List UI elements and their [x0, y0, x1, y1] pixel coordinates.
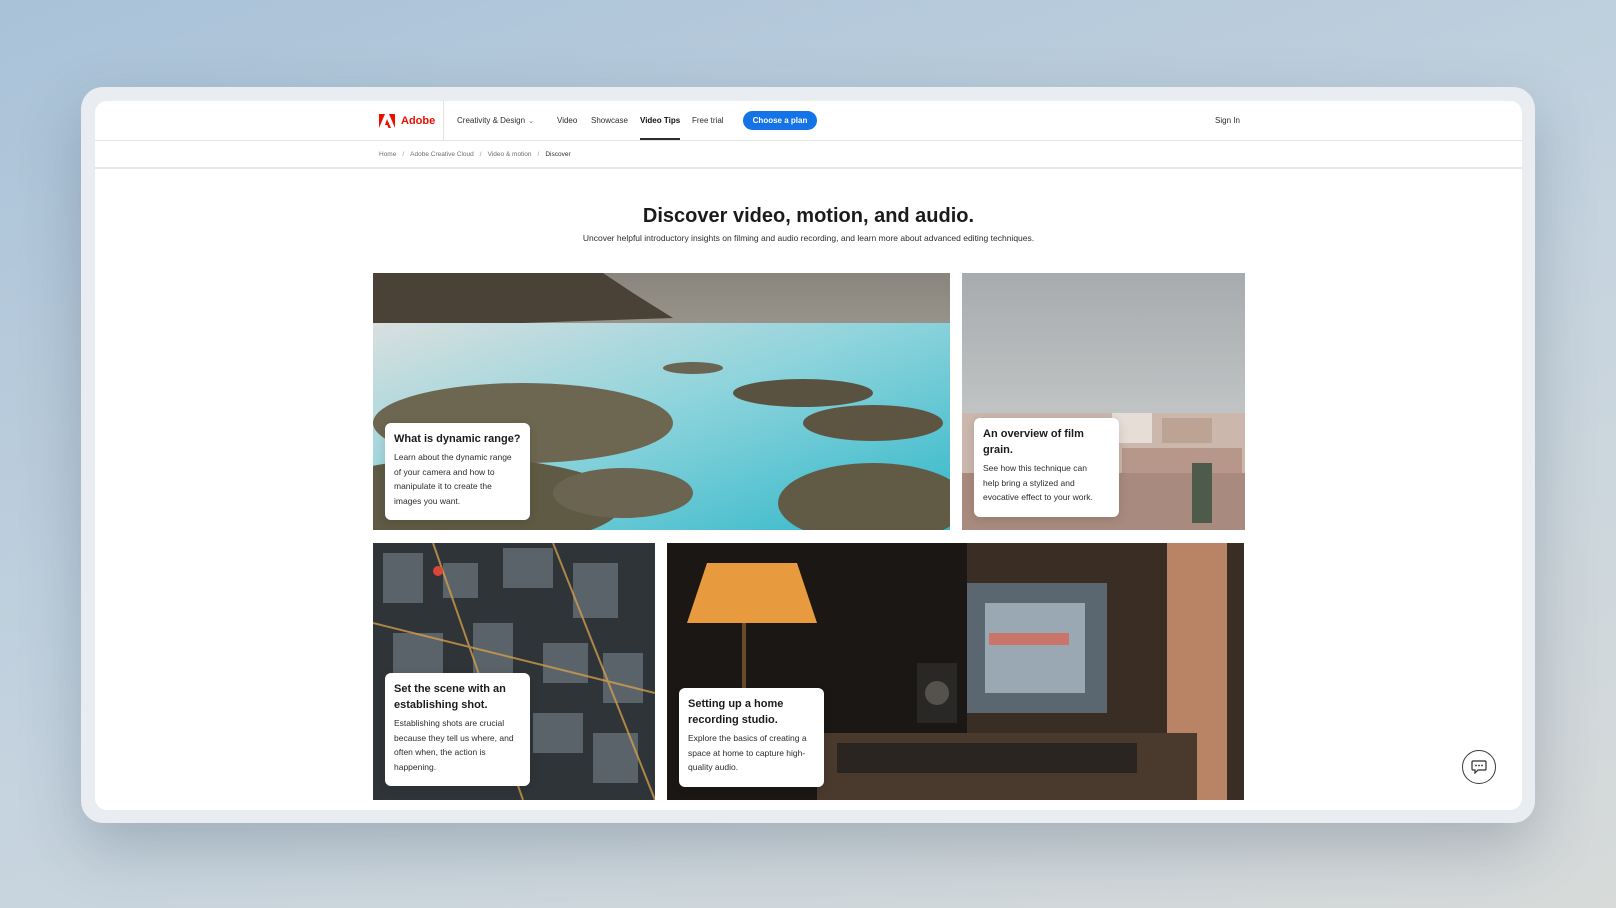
- title-line: establishing shot.: [394, 699, 488, 711]
- nav-label: Creativity & Design: [457, 116, 526, 125]
- card-title: An overview of film grain.: [983, 426, 1111, 458]
- nav-creativity-design[interactable]: Creativity & Design ⌄: [457, 101, 534, 140]
- description-line: images you want.: [394, 495, 461, 506]
- card-caption: Setting up a home recording studio. Explo…: [679, 688, 824, 787]
- nav-showcase[interactable]: Showcase: [591, 101, 628, 140]
- breadcrumb-divider: [95, 167, 1522, 169]
- breadcrumb-creative-cloud[interactable]: Adobe Creative Cloud: [410, 151, 474, 158]
- article-card-film-grain[interactable]: An overview of film grain. See how this t…: [962, 273, 1245, 530]
- description-line: Explore the basics of creating a: [688, 733, 807, 743]
- title-line: Setting up a home: [688, 698, 784, 710]
- page-subtitle: Uncover helpful introductory insights on…: [582, 233, 1035, 243]
- breadcrumb-separator: /: [479, 150, 482, 158]
- description-line: quality audio.: [688, 762, 739, 772]
- nav-divider: [443, 101, 444, 140]
- nav-free-trial[interactable]: Free trial: [692, 101, 724, 140]
- nav-video[interactable]: Video: [557, 101, 577, 140]
- title-line: recording studio.: [688, 714, 778, 726]
- card-description: Explore the basics of creating a space a…: [688, 731, 816, 775]
- card-description: See how this technique can help bring a …: [983, 461, 1111, 505]
- nav-video-tips[interactable]: Video Tips: [640, 101, 681, 140]
- breadcrumb-home[interactable]: Home: [379, 151, 396, 158]
- article-card-establishing-shot[interactable]: Set the scene with an establishing shot. …: [373, 543, 655, 800]
- breadcrumb-separator: /: [402, 150, 405, 158]
- global-nav: Adobe Creativity & Design ⌄ Video Showcas…: [95, 101, 1522, 141]
- title-line: Set the scene with an: [394, 683, 506, 695]
- adobe-logo[interactable]: Adobe: [379, 113, 435, 129]
- description-line: evocative effect to your work.: [983, 492, 1093, 502]
- breadcrumb: Home / Adobe Creative Cloud / Video & mo…: [379, 147, 571, 161]
- chat-button[interactable]: [1462, 750, 1496, 784]
- breadcrumb-separator: /: [537, 150, 540, 158]
- article-card-dynamic-range[interactable]: What is dynamic range? Learn about the d…: [373, 273, 950, 530]
- description-line: space at home to capture high-: [688, 747, 806, 758]
- card-caption: An overview of film grain. See how this t…: [974, 418, 1119, 517]
- breadcrumb-current: Discover: [545, 150, 571, 158]
- article-card-home-studio[interactable]: Setting up a home recording studio. Explo…: [667, 543, 1244, 800]
- sign-in-link[interactable]: Sign In: [1215, 101, 1240, 140]
- adobe-logo-icon: [379, 114, 395, 128]
- choose-plan-button[interactable]: Choose a plan: [743, 111, 817, 130]
- description-line: often when, the action is: [394, 747, 486, 757]
- card-title: Setting up a home recording studio.: [688, 696, 816, 728]
- breadcrumb-video-motion[interactable]: Video & motion: [488, 151, 532, 158]
- description-line: because they tell us where, and: [394, 732, 514, 743]
- brand-name: Adobe: [401, 115, 436, 127]
- description-line: of your camera and how to: [394, 466, 495, 477]
- description-line: happening.: [394, 761, 437, 772]
- card-description: Establishing shots are crucial because t…: [394, 716, 522, 774]
- chat-icon: [1471, 760, 1487, 774]
- description-line: help bring a stylized and: [983, 477, 1075, 488]
- description-line: manipulate it to create the: [394, 481, 492, 491]
- description-line: Establishing shots are crucial: [394, 718, 505, 728]
- chevron-down-icon: ⌄: [528, 118, 534, 125]
- card-caption: Set the scene with an establishing shot. …: [385, 673, 530, 786]
- web-page: Adobe Creativity & Design ⌄ Video Showcas…: [95, 101, 1522, 810]
- description-line: Learn about the dynamic range: [394, 452, 512, 462]
- title-line: grain.: [983, 444, 1013, 456]
- card-caption: What is dynamic range? Learn about the d…: [385, 423, 530, 520]
- card-title: Set the scene with an establishing shot.: [394, 681, 522, 713]
- card-title: What is dynamic range?: [394, 433, 521, 445]
- description-line: See how this technique can: [983, 463, 1087, 473]
- title-line: An overview of film: [983, 428, 1084, 440]
- card-description: Learn about the dynamic range of your ca…: [394, 450, 522, 508]
- page-title: Discover video, motion, and audio.: [642, 205, 975, 227]
